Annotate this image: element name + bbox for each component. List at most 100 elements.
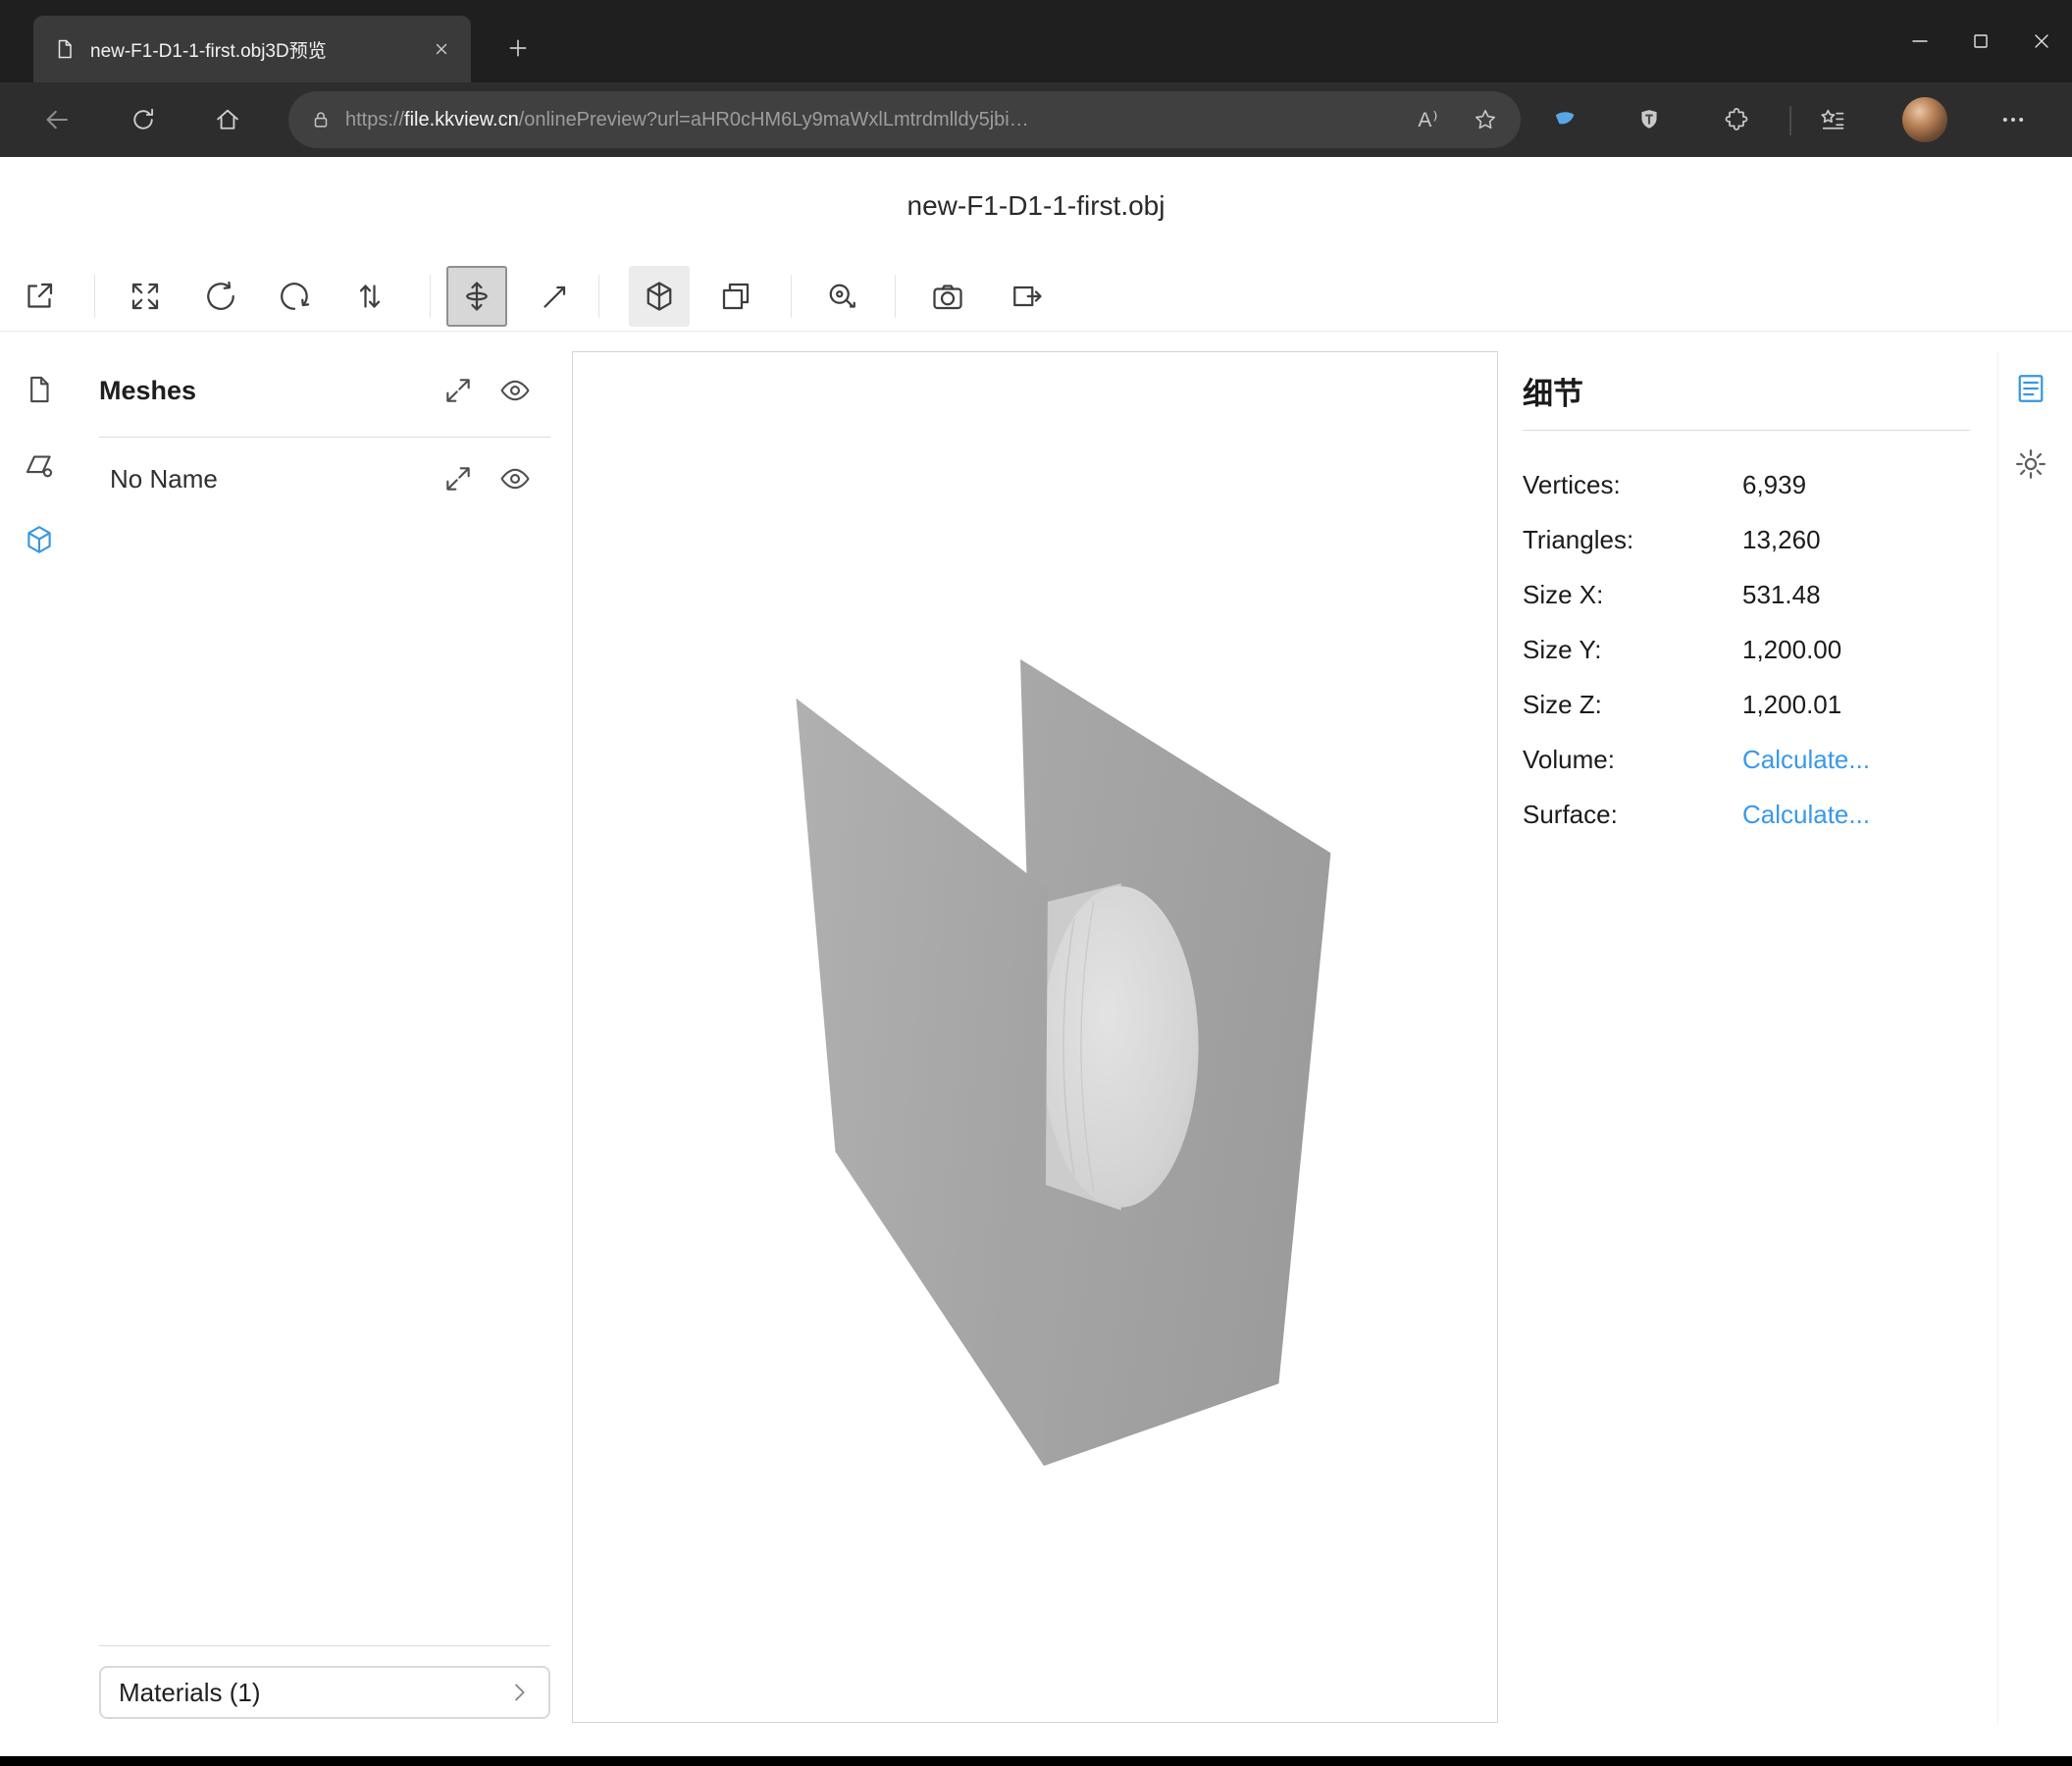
toolbar-bottom-rule — [0, 331, 2072, 332]
fit-view-icon — [128, 279, 163, 314]
profile-avatar[interactable] — [1902, 97, 1947, 142]
detail-label: Surface: — [1523, 800, 1742, 830]
camera-icon — [930, 279, 965, 314]
back-icon — [42, 105, 72, 134]
perspective-view-button[interactable] — [629, 266, 690, 327]
meshes-header-row: Meshes — [99, 365, 550, 416]
detail-row-size-x: Size X: 531.48 — [1523, 567, 1970, 622]
move-tool-button[interactable] — [446, 266, 507, 327]
visibility-all-button[interactable] — [498, 374, 532, 407]
fit-view-button[interactable] — [115, 266, 176, 327]
detail-label: Size Y: — [1523, 635, 1742, 665]
detail-row-surface: Surface: Calculate... — [1523, 787, 1970, 842]
viewer-page: new-F1-D1-1-first.obj — [0, 157, 2072, 1766]
refresh-icon — [130, 106, 157, 133]
detail-value: 6,939 — [1742, 470, 1806, 500]
page-title: new-F1-D1-1-first.obj — [0, 190, 2072, 222]
extensions-button[interactable] — [1709, 92, 1764, 147]
screenshot-button[interactable] — [917, 266, 978, 327]
model-viewport[interactable] — [572, 351, 1498, 1723]
address-bar[interactable]: https://file.kkview.cn/onlinePreview?url… — [288, 91, 1521, 148]
tab-title: new-F1-D1-1-first.obj3D预览 — [90, 36, 412, 63]
detail-label: Size X: — [1523, 580, 1742, 610]
detail-row-size-y: Size Y: 1,200.00 — [1523, 622, 1970, 677]
tape-measure-icon — [824, 279, 859, 314]
details-toggle-button[interactable] — [2003, 361, 2058, 416]
eye-icon — [498, 462, 532, 495]
refresh-button[interactable] — [116, 92, 171, 147]
browser-menu-button[interactable] — [1986, 92, 2041, 147]
sidebar-model-button[interactable] — [12, 512, 67, 567]
window-close-button[interactable] — [2011, 0, 2072, 82]
mesh-zoom-button[interactable] — [441, 462, 475, 495]
measure-line-button[interactable] — [525, 266, 586, 327]
detail-label: Volume: — [1523, 745, 1742, 775]
meshes-divider — [99, 437, 550, 438]
bottom-black-bar — [0, 1756, 2072, 1766]
extension-button-blue[interactable] — [1537, 92, 1592, 147]
window-maximize-button[interactable] — [1950, 0, 2011, 82]
calculate-surface-link[interactable]: Calculate... — [1742, 800, 1870, 830]
bird-extension-icon — [1551, 106, 1579, 133]
detail-value: 1,200.01 — [1742, 690, 1841, 720]
browser-window: new-F1-D1-1-first.obj3D预览 — [0, 0, 2072, 1766]
detail-label: Vertices: — [1523, 470, 1742, 500]
settings-button[interactable] — [2003, 437, 2058, 492]
new-tab-button[interactable] — [495, 26, 541, 71]
materials-button[interactable]: Materials (1) — [99, 1666, 550, 1719]
sidebar-materials-button[interactable] — [12, 438, 67, 493]
gear-icon — [2013, 446, 2048, 482]
open-file-button[interactable] — [9, 266, 70, 327]
toolbar-divider — [430, 275, 431, 318]
browser-navbar: https://file.kkview.cn/onlinePreview?url… — [0, 82, 2072, 157]
calculate-volume-link[interactable]: Calculate... — [1742, 745, 1870, 775]
extension-button-shield[interactable] — [1622, 92, 1677, 147]
3d-model-render — [573, 352, 1497, 1722]
expand-all-button[interactable] — [441, 374, 475, 407]
url-scheme: https:// — [345, 109, 404, 130]
measure-tape-button[interactable] — [811, 266, 872, 327]
details-header: 细节 — [1523, 369, 1583, 413]
favorites-list-icon — [1819, 106, 1846, 133]
detail-value: 531.48 — [1742, 580, 1821, 610]
detail-value: 1,200.00 — [1742, 635, 1841, 665]
sidebar-file-button[interactable] — [12, 362, 67, 417]
flip-vertical-icon — [352, 279, 388, 314]
rotate-vertical-button[interactable] — [264, 266, 325, 327]
detail-label: Triangles: — [1523, 525, 1742, 555]
browser-tab[interactable]: new-F1-D1-1-first.obj3D预览 — [33, 16, 471, 82]
read-aloud-icon[interactable]: A⁾ — [1407, 98, 1450, 141]
home-button[interactable] — [200, 92, 255, 147]
detail-label: Size Z: — [1523, 690, 1742, 720]
favorite-star-icon[interactable] — [1464, 98, 1507, 141]
mesh-list-item[interactable]: No Name — [110, 453, 550, 504]
materials-label: Materials (1) — [119, 1678, 505, 1708]
move-vertical-icon — [459, 279, 494, 314]
more-dots-icon — [1999, 106, 2027, 133]
toolbar-divider — [94, 275, 95, 318]
details-list-icon — [2013, 371, 2048, 406]
toolbar-divider — [598, 275, 599, 318]
toolbar-divider — [791, 275, 792, 318]
rotate-vertical-icon — [277, 279, 312, 314]
chevron-right-icon — [505, 1679, 533, 1706]
rotate-horizontal-icon — [203, 279, 238, 314]
model-cube-icon — [23, 523, 56, 556]
window-minimize-button[interactable] — [1890, 0, 1950, 82]
orthographic-box-icon — [718, 279, 753, 314]
back-button[interactable] — [29, 92, 84, 147]
rotate-horizontal-button[interactable] — [190, 266, 251, 327]
favorites-bar-button[interactable] — [1805, 92, 1860, 147]
flip-vertical-button[interactable] — [339, 266, 400, 327]
export-icon — [1010, 279, 1045, 314]
detail-row-triangles: Triangles: 13,260 — [1523, 512, 1970, 567]
export-button[interactable] — [997, 266, 1058, 327]
mesh-visibility-button[interactable] — [498, 462, 532, 495]
shield-extension-icon — [1635, 106, 1663, 133]
expand-icon — [442, 463, 474, 494]
details-rows: Vertices: 6,939 Triangles: 13,260 Size X… — [1523, 457, 1970, 842]
orthographic-view-button[interactable] — [705, 266, 766, 327]
lock-icon[interactable] — [310, 109, 332, 130]
tab-close-icon[interactable] — [426, 33, 457, 65]
details-panel-divider — [1997, 351, 1998, 1723]
